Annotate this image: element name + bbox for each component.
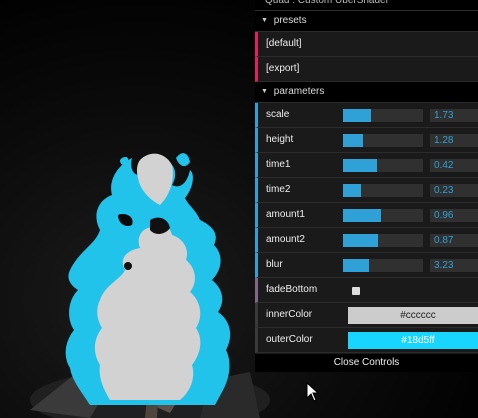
param-amount2: amount2 0.87 <box>255 228 478 253</box>
time2-value[interactable]: 0.23 <box>430 184 478 197</box>
parameters-folder-label: parameters <box>273 86 325 97</box>
time2-slider[interactable] <box>343 184 423 197</box>
mouse-pointer-icon <box>306 382 320 402</box>
height-value[interactable]: 1.28 <box>430 134 478 147</box>
param-fadebottom: fadeBottom <box>255 278 478 303</box>
param-time1: time1 0.42 <box>255 153 478 178</box>
time1-slider[interactable] <box>343 159 423 172</box>
gui-title[interactable]: Quad : Custom UberShader <box>255 0 478 11</box>
amount1-slider[interactable] <box>343 209 423 222</box>
param-scale: scale 1.73 <box>255 103 478 128</box>
param-time2-label: time2 <box>266 184 291 195</box>
param-height-label: height <box>266 134 294 145</box>
fadebottom-checkbox[interactable] <box>352 287 360 295</box>
time1-value[interactable]: 0.42 <box>430 159 478 172</box>
presets-folder-label: presets <box>273 15 307 26</box>
param-time1-label: time1 <box>266 159 291 170</box>
param-outercolor-label: outerColor <box>266 334 313 345</box>
amount1-value[interactable]: 0.96 <box>430 209 478 222</box>
scale-value[interactable]: 1.73 <box>430 109 478 122</box>
param-innercolor-label: innerColor <box>266 309 313 320</box>
param-amount1-label: amount1 <box>266 209 305 220</box>
dat-gui-panel: Quad : Custom UberShader ▼ presets [defa… <box>255 0 478 372</box>
innercolor-swatch[interactable]: #cccccc <box>348 307 478 324</box>
param-outercolor: outerColor #18d5ff <box>255 328 478 353</box>
param-fadebottom-label: fadeBottom <box>266 284 318 295</box>
height-slider[interactable] <box>343 134 423 147</box>
param-amount1: amount1 0.96 <box>255 203 478 228</box>
scale-slider[interactable] <box>343 109 423 122</box>
preset-default[interactable]: [default] <box>255 32 478 57</box>
blur-slider[interactable] <box>343 259 423 272</box>
blur-value[interactable]: 3.23 <box>430 259 478 272</box>
triangle-down-icon: ▼ <box>261 88 268 95</box>
close-controls-button[interactable]: Close Controls <box>255 354 478 372</box>
amount2-value[interactable]: 0.87 <box>430 234 478 247</box>
param-scale-label: scale <box>266 109 290 120</box>
parameters-folder-header[interactable]: ▼ parameters <box>255 82 478 103</box>
triangle-down-icon: ▼ <box>261 17 268 24</box>
outercolor-swatch[interactable]: #18d5ff <box>348 332 478 349</box>
param-blur: blur 3.23 <box>255 253 478 278</box>
preset-default-label: [default] <box>266 38 302 49</box>
presets-folder-header[interactable]: ▼ presets <box>255 11 478 32</box>
param-amount2-label: amount2 <box>266 234 305 245</box>
param-time2: time2 0.23 <box>255 178 478 203</box>
param-innercolor: innerColor #cccccc <box>255 303 478 328</box>
param-height: height 1.28 <box>255 128 478 153</box>
preset-export[interactable]: [export] <box>255 57 478 82</box>
amount2-slider[interactable] <box>343 234 423 247</box>
preset-export-label: [export] <box>266 63 300 74</box>
param-blur-label: blur <box>266 259 283 270</box>
